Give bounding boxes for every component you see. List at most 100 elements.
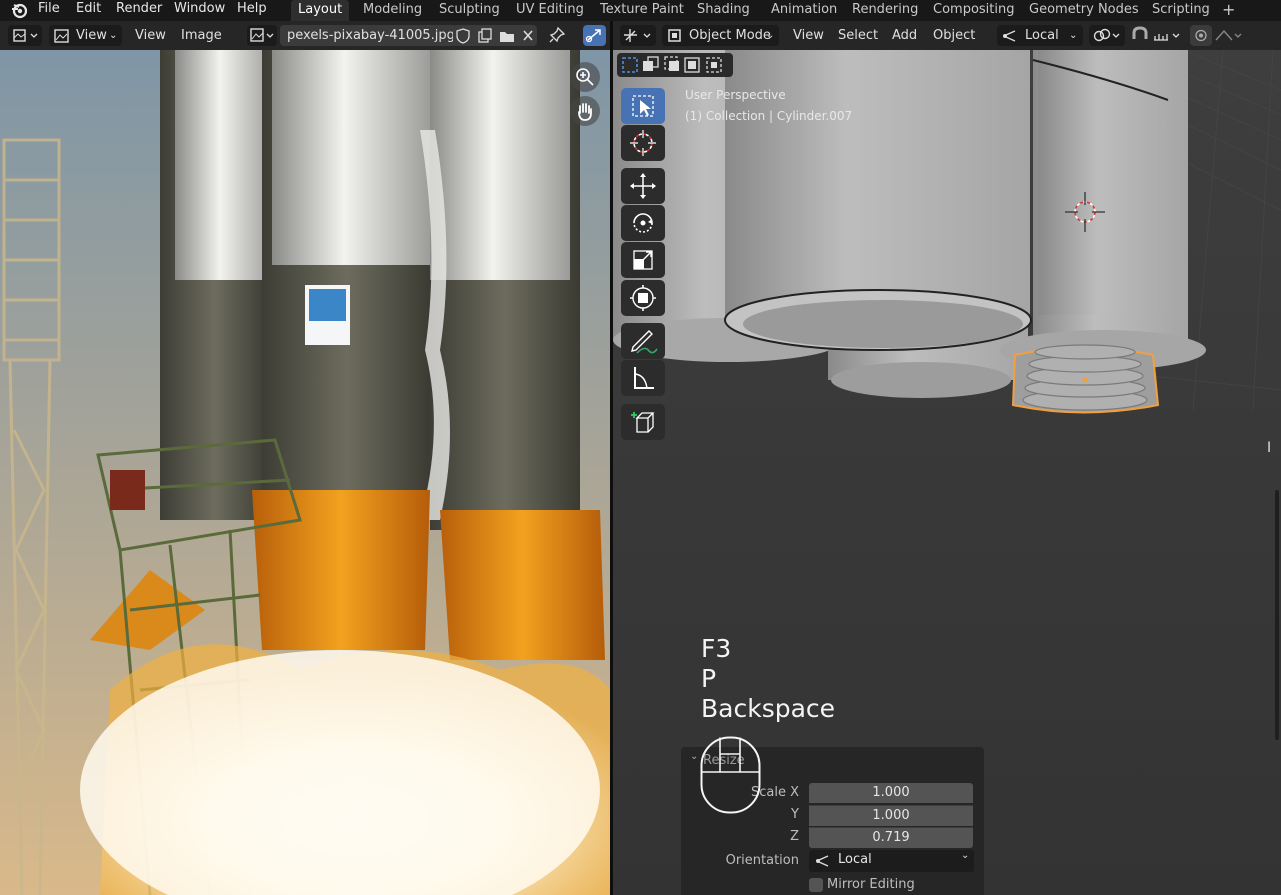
add-workspace-button[interactable]: + [1215, 0, 1242, 21]
select-extend-icon[interactable] [643, 56, 659, 71]
proportional-falloff-dropdown[interactable] [1214, 25, 1244, 46]
tool-add-cube[interactable] [621, 404, 665, 440]
select-intersect-icon[interactable] [706, 57, 722, 73]
tab-shading[interactable]: Shading [690, 0, 757, 21]
select-box-icon [632, 95, 654, 117]
pivot-point-dropdown[interactable] [1089, 25, 1125, 46]
menu-file[interactable]: File [38, 0, 60, 21]
viewer-link-toggle[interactable] [583, 25, 606, 46]
measure-ruler-icon [634, 367, 654, 389]
transform-orientation-dropdown[interactable]: Local ⌄ [997, 25, 1083, 46]
image-editor-icon [13, 29, 38, 42]
snap-increment-icon [1154, 33, 1180, 41]
orientation-dropdown[interactable]: Local ⌄ [809, 850, 974, 872]
chevron-down-icon: ⌄ [766, 30, 775, 41]
select-invert-icon[interactable] [684, 57, 700, 73]
local-orientation-icon [1003, 30, 1016, 42]
close-icon[interactable] [523, 30, 533, 41]
viewport-menu-object[interactable]: Object [933, 25, 975, 46]
tool-move[interactable] [621, 168, 665, 204]
scale-z-label: Z [790, 829, 799, 844]
tool-annotate[interactable] [621, 323, 665, 359]
panel-collapse-chevron-icon[interactable]: ⌄ [690, 751, 698, 762]
tab-layout[interactable]: Layout [291, 0, 350, 21]
tool-measure[interactable] [621, 360, 665, 396]
blender-logo-icon[interactable] [10, 1, 28, 19]
add-cube-icon [631, 412, 655, 433]
annotate-pencil-icon [631, 330, 658, 354]
orientation-value: Local [838, 852, 872, 867]
browse-image-button[interactable] [247, 25, 277, 46]
tool-transform[interactable] [621, 280, 665, 316]
falloff-curve-icon [1215, 29, 1242, 41]
move-icon [630, 173, 656, 199]
link-icon [585, 29, 601, 43]
viewport-menu-view[interactable]: View [793, 25, 824, 46]
tab-scripting[interactable]: Scripting [1145, 0, 1217, 21]
tab-texture-paint[interactable]: Texture Paint [593, 0, 691, 21]
orientation-label: Local [1025, 28, 1059, 43]
menu-edit[interactable]: Edit [76, 0, 101, 21]
tool-rotate[interactable] [621, 205, 665, 241]
viewport-menu-select[interactable]: Select [838, 25, 878, 46]
pivot-link-icon [1093, 28, 1120, 42]
pin-icon[interactable] [548, 26, 566, 44]
tab-uv-editing[interactable]: UV Editing [509, 0, 591, 21]
tab-sculpting[interactable]: Sculpting [432, 0, 507, 21]
mouse-overlay-icon [700, 736, 761, 814]
snap-increment-dropdown[interactable] [1152, 25, 1184, 46]
editor-type-button[interactable] [8, 25, 42, 46]
menu-render[interactable]: Render [116, 0, 162, 21]
chevron-down-icon: ⌄ [961, 850, 970, 861]
cursor-icon [630, 130, 656, 156]
select-new-icon[interactable] [622, 57, 638, 73]
object-mode-label: Object Mode [689, 28, 771, 43]
text-cursor-icon: I [1267, 440, 1272, 456]
scale-y-field[interactable]: 1.000 [809, 805, 973, 826]
proportional-circle-icon [1195, 29, 1207, 42]
mirror-editing-checkbox[interactable] [809, 878, 823, 892]
proportional-editing-toggle[interactable] [1190, 25, 1212, 46]
tab-animation[interactable]: Animation [764, 0, 844, 21]
image-editor-menu-image[interactable]: Image [181, 25, 222, 46]
object-mode-dropdown[interactable]: Object Mode ⌄ [662, 25, 779, 46]
zoom-icon[interactable] [570, 62, 600, 92]
scale-icon [633, 250, 653, 270]
image-canvas[interactable] [0, 50, 610, 895]
image-name-field[interactable]: pexels-pixabay-41005.jpg [280, 25, 457, 46]
local-orientation-icon [816, 855, 829, 867]
tab-compositing[interactable]: Compositing [926, 0, 1022, 21]
select-subtract-icon[interactable] [664, 56, 679, 71]
open-folder-icon[interactable] [500, 32, 514, 42]
tab-geometry-nodes[interactable]: Geometry Nodes [1022, 0, 1146, 21]
snap-magnet-icon[interactable] [1129, 25, 1151, 46]
tab-modeling[interactable]: Modeling [356, 0, 429, 21]
scale-x-field[interactable]: 1.000 [809, 783, 973, 803]
menu-window[interactable]: Window [174, 0, 225, 21]
hand-pan-icon[interactable] [570, 96, 600, 126]
mirror-editing-label: Mirror Editing [827, 877, 915, 892]
orientation-label: Orientation [725, 853, 799, 868]
viewport-scrollbar[interactable] [1275, 490, 1279, 740]
3d-viewport-icon [624, 29, 651, 42]
object-mode-icon [668, 29, 681, 42]
chevron-down-icon: ⌄ [109, 30, 118, 41]
view-mode-dropdown[interactable]: View ⌄ [49, 25, 122, 46]
tool-select-box[interactable] [621, 88, 665, 124]
chevron-down-icon: ⌄ [1069, 30, 1078, 41]
tab-rendering[interactable]: Rendering [845, 0, 925, 21]
viewport-editor-type-button[interactable] [620, 25, 656, 46]
image-editor-menu-view[interactable]: View [135, 25, 166, 46]
fake-user-shield-icon[interactable] [456, 28, 470, 44]
duplicate-icon[interactable] [478, 28, 492, 43]
scale-z-field[interactable]: 0.719 [809, 827, 973, 848]
viewport-menu-add[interactable]: Add [892, 25, 917, 46]
tool-cursor[interactable] [621, 125, 665, 161]
viewport-overlay-object: (1) Collection | Cylinder.007 [685, 109, 853, 123]
key-press-f3: F3 [701, 634, 732, 663]
tool-scale[interactable] [621, 242, 665, 278]
view-mode-label: View [76, 28, 107, 43]
menu-help[interactable]: Help [237, 0, 267, 21]
transform-icon [630, 285, 656, 311]
image-actions-group [453, 25, 537, 46]
